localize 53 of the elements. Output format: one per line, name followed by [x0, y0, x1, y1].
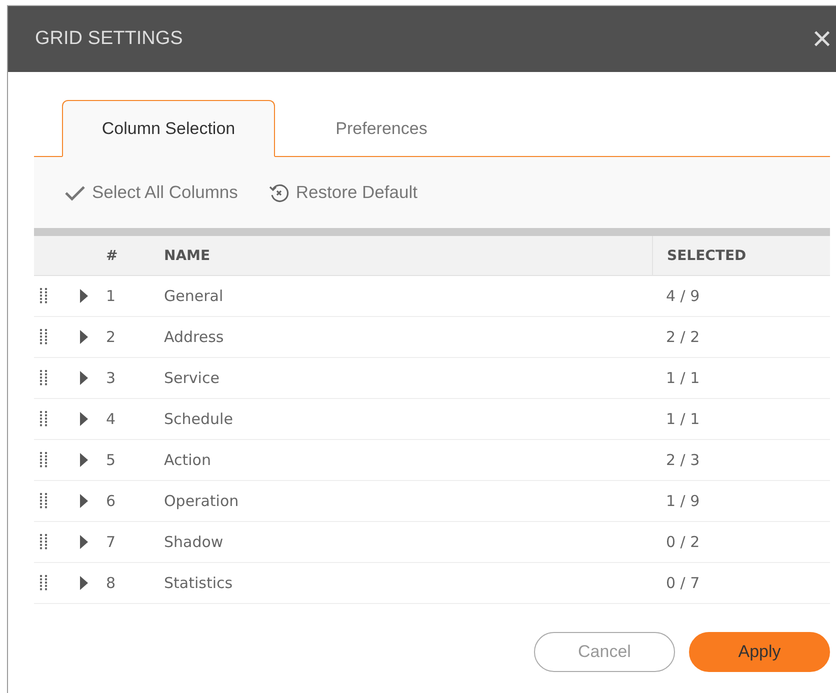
apply-button[interactable]: Apply	[689, 632, 830, 672]
table-cell-text: 0 / 7	[665, 573, 701, 594]
table-cell-text: 1 / 9	[665, 491, 701, 512]
table-cell-text: Operation	[164, 492, 240, 510]
expand-arrow-icon[interactable]	[79, 412, 89, 426]
table-cell-text: Schedule	[164, 410, 234, 428]
expand-arrow-icon[interactable]	[79, 453, 89, 467]
toolbar-button[interactable]: Select All Columns	[64, 182, 238, 203]
tab[interactable]: Preferences	[275, 100, 488, 157]
table-cell-text: 2 / 2	[665, 327, 701, 348]
table-cell-text: Shadow	[164, 533, 224, 551]
restore-icon	[268, 182, 290, 204]
expand-arrow-icon[interactable]	[79, 494, 89, 508]
drag-handle-icon[interactable]	[40, 370, 48, 386]
table-cell-text: 6	[106, 492, 117, 510]
column-header: NAME	[164, 248, 212, 264]
close-button[interactable]: ×	[808, 22, 836, 56]
expand-arrow-icon[interactable]	[79, 535, 89, 549]
drag-handle-icon[interactable]	[40, 329, 48, 345]
expand-arrow-icon[interactable]	[79, 289, 89, 303]
table-cell-text: 8	[106, 574, 117, 592]
table-cell-text: 5	[106, 451, 117, 469]
table-cell-text: 4	[106, 410, 117, 428]
table-cell-text: 4 / 9	[665, 286, 701, 307]
table-cell-text: Address	[164, 328, 225, 346]
drag-handle-icon[interactable]	[40, 493, 48, 509]
tab[interactable]: Column Selection	[62, 100, 275, 157]
table-cell-text: 1 / 1	[665, 409, 701, 430]
expand-arrow-icon[interactable]	[79, 330, 89, 344]
drag-handle-icon[interactable]	[40, 452, 48, 468]
cancel-button[interactable]: Cancel	[534, 632, 675, 672]
table-cell-text: 3	[106, 369, 117, 387]
table-cell-text: 1 / 1	[665, 368, 701, 389]
column-header: #	[106, 248, 119, 264]
drag-handle-icon[interactable]	[40, 288, 48, 304]
drag-handle-icon[interactable]	[40, 411, 48, 427]
toolbar-button[interactable]: Restore Default	[268, 182, 418, 204]
table-cell-text: General	[164, 287, 224, 305]
table-cell-text: 1	[106, 287, 117, 305]
drag-handle-icon[interactable]	[40, 575, 48, 591]
window-title: GRID SETTINGS	[35, 28, 183, 50]
expand-arrow-icon[interactable]	[79, 371, 89, 385]
column-header: SELECTED	[652, 236, 830, 275]
table-cell-text: 2 / 3	[665, 450, 701, 471]
table-cell-text: 7	[106, 533, 117, 551]
checkmark-icon	[64, 184, 86, 202]
table-cell-text: 0 / 2	[665, 532, 701, 553]
table-cell-text: 2	[106, 328, 117, 346]
drag-handle-icon[interactable]	[40, 534, 48, 550]
table-cell-text: Service	[164, 369, 220, 387]
table-cell-text: Action	[164, 451, 212, 469]
table-cell-text: Statistics	[164, 574, 234, 592]
expand-arrow-icon[interactable]	[79, 576, 89, 590]
